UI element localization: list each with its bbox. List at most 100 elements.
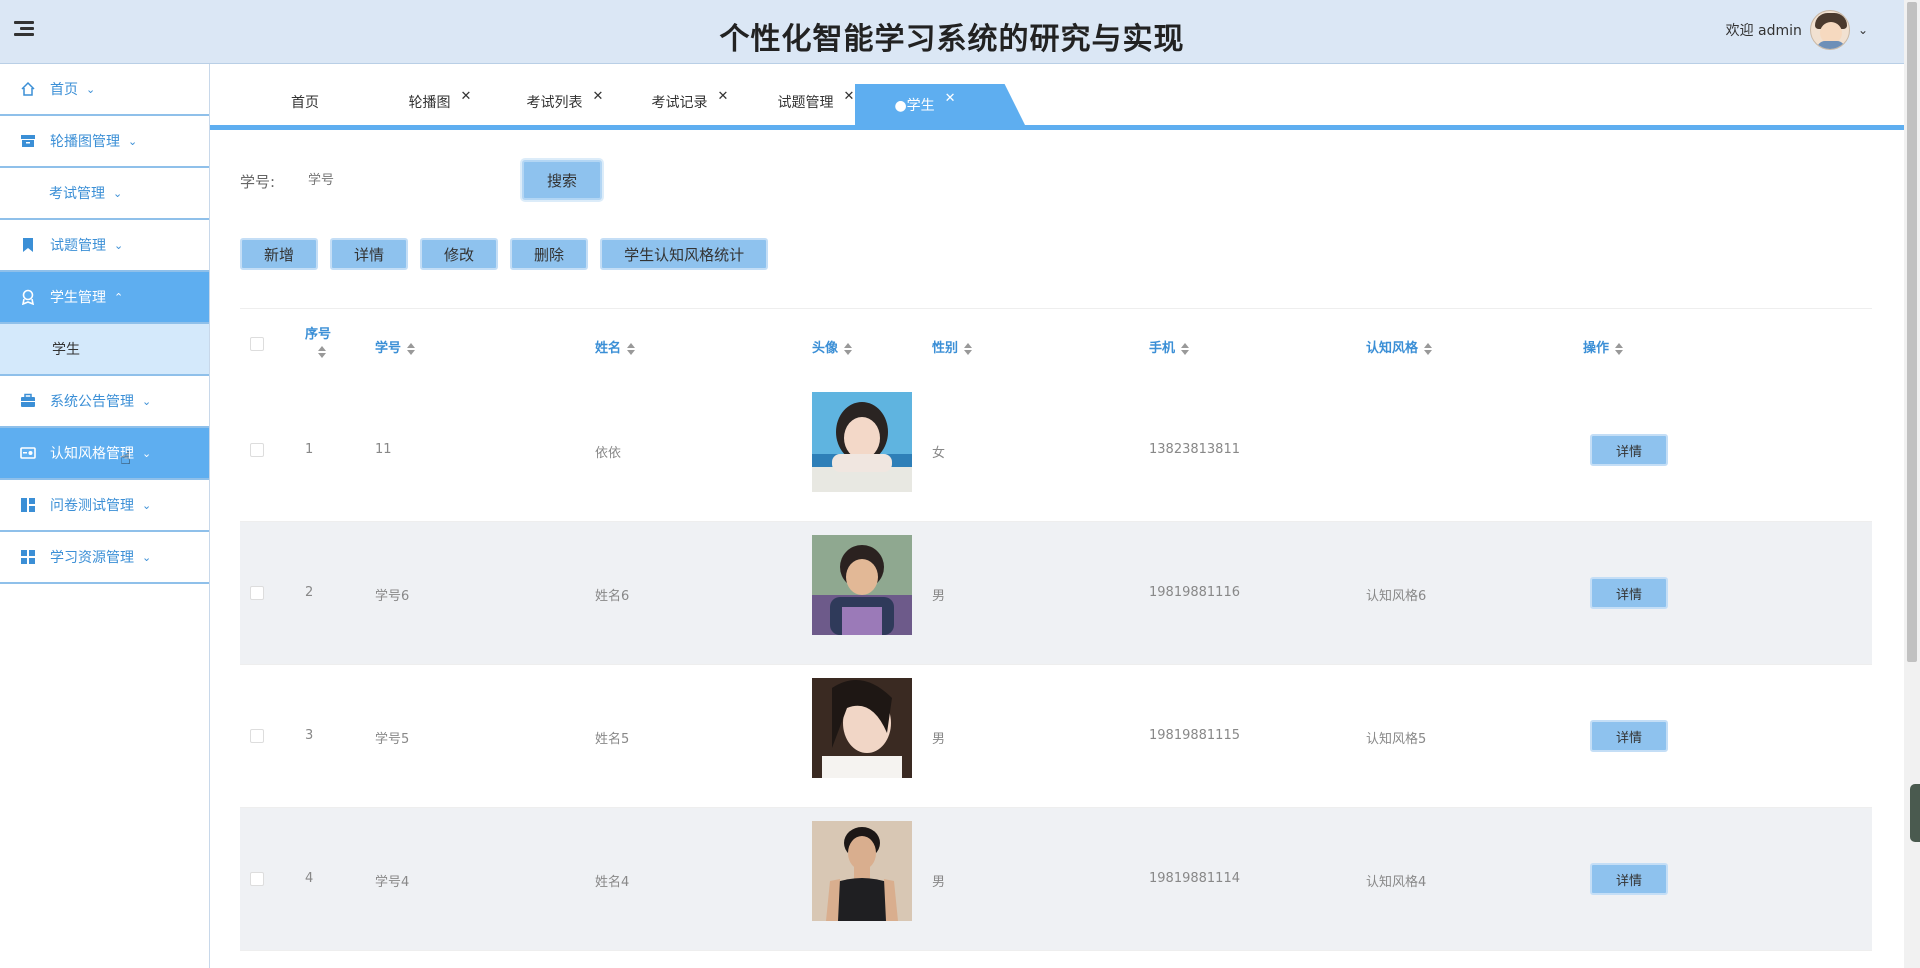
student-avatar — [812, 678, 912, 778]
user-area[interactable]: 欢迎 admin ⌄ — [1726, 8, 1868, 52]
col-label: 手机 — [1149, 341, 1176, 356]
row-detail-button[interactable]: 详情 — [1590, 863, 1668, 895]
sidebar-item-label: 学习资源管理 — [50, 550, 134, 566]
cell-gender: 男 — [932, 875, 946, 890]
sidebar-item-label: 首页 — [50, 82, 78, 98]
user-avatar[interactable] — [1809, 10, 1850, 50]
cell-student-no: 学号4 — [375, 875, 410, 890]
chevron-down-icon: ⌄ — [114, 238, 124, 252]
cognitive-style-stats-button[interactable]: 学生认知风格统计 — [600, 238, 769, 270]
row-checkbox[interactable] — [250, 586, 264, 600]
tab-exam-list[interactable]: 考试列表 ✕ — [505, 84, 625, 120]
sidebar-item-students[interactable]: 学生管理 ⌃ — [0, 272, 209, 324]
table-row: 1 11 依依 女 13823813811 详情 — [240, 379, 1872, 522]
col-student-no[interactable]: 学号 — [375, 337, 416, 356]
detail-button[interactable]: 详情 — [330, 238, 409, 270]
add-button[interactable]: 新增 — [240, 238, 319, 270]
sort-icon — [1181, 342, 1190, 355]
sidebar-item-questions[interactable]: 试题管理 ⌄ — [0, 220, 209, 272]
close-icon[interactable]: ✕ — [945, 91, 956, 106]
chevron-down-icon: ⌄ — [128, 134, 138, 148]
sidebar-item-cognitive-style[interactable]: 认知风格管理 ⌄ ☝ — [0, 428, 209, 480]
search-button[interactable]: 搜索 — [522, 160, 602, 200]
sidebar: 首页 ⌄ 轮播图管理 ⌄ 考试管理 ⌄ 试题管理 ⌄ 学生管理 ⌃ 学生 系统公… — [0, 64, 210, 968]
col-index[interactable]: 序号 — [305, 323, 331, 358]
archive-icon — [20, 133, 36, 149]
sidebar-item-label: 系统公告管理 — [50, 394, 134, 410]
col-gender[interactable]: 性别 — [932, 337, 973, 356]
cell-phone: 19819881115 — [1149, 728, 1240, 743]
cell-phone: 19819881114 — [1149, 871, 1240, 886]
chevron-down-icon: ⌄ — [142, 446, 152, 460]
sidebar-item-carousel[interactable]: 轮播图管理 ⌄ — [0, 116, 209, 168]
col-phone[interactable]: 手机 — [1149, 337, 1190, 356]
close-icon[interactable]: ✕ — [461, 89, 472, 104]
sidebar-item-exam[interactable]: 考试管理 ⌄ — [0, 168, 209, 220]
user-dropdown-chevron-icon[interactable]: ⌄ — [1858, 23, 1868, 37]
delete-button[interactable]: 删除 — [510, 238, 589, 270]
chevron-down-icon: ⌄ — [142, 550, 152, 564]
chevron-up-icon: ⌃ — [114, 290, 124, 304]
cell-index: 2 — [305, 585, 314, 600]
student-avatar — [812, 821, 912, 921]
select-all-checkbox[interactable] — [250, 337, 264, 351]
app-title: 个性化智能学习系统的研究与实现 — [719, 22, 1185, 57]
tab-label: ●学生 — [894, 97, 935, 114]
chevron-down-icon: ⌄ — [142, 394, 152, 408]
sidebar-item-label: 学生管理 — [50, 290, 106, 306]
bookmark-icon — [20, 237, 36, 253]
sort-icon — [627, 342, 636, 355]
col-operation[interactable]: 操作 — [1583, 337, 1624, 356]
floating-side-widget[interactable] — [1910, 784, 1920, 842]
row-detail-button[interactable]: 详情 — [1590, 720, 1668, 752]
sidebar-subitem-student[interactable]: 学生 — [0, 324, 209, 376]
briefcase-icon — [20, 393, 36, 409]
home-icon — [20, 81, 36, 97]
scrollbar-thumb[interactable] — [1907, 2, 1917, 662]
col-label: 序号 — [305, 327, 332, 342]
row-detail-button[interactable]: 详情 — [1590, 434, 1668, 466]
tab-carousel[interactable]: 轮播图 ✕ — [385, 84, 495, 120]
sidebar-item-label: 问卷测试管理 — [50, 498, 134, 514]
col-label: 头像 — [812, 341, 839, 356]
sidebar-item-announcements[interactable]: 系统公告管理 ⌄ — [0, 376, 209, 428]
close-icon[interactable]: ✕ — [718, 89, 729, 104]
row-checkbox[interactable] — [250, 443, 264, 457]
close-icon[interactable]: ✕ — [844, 89, 855, 104]
cell-index: 4 — [305, 871, 314, 886]
cell-index: 1 — [305, 442, 314, 457]
table-row: 4 学号4 姓名4 男 19819881114 认知风格4 详情 — [240, 808, 1872, 951]
cell-name: 依依 — [595, 446, 622, 461]
cell-student-no: 学号6 — [375, 589, 410, 604]
cell-gender: 女 — [932, 446, 946, 461]
edit-button[interactable]: 修改 — [420, 238, 499, 270]
row-checkbox[interactable] — [250, 729, 264, 743]
chevron-down-icon: ⌄ — [142, 498, 152, 512]
sidebar-item-resources[interactable]: 学习资源管理 ⌄ — [0, 532, 209, 584]
sidebar-item-label: 考试管理 — [49, 186, 105, 202]
tab-label: 轮播图 — [408, 95, 451, 111]
row-checkbox[interactable] — [250, 872, 264, 886]
sidebar-item-label: 试题管理 — [50, 238, 106, 254]
close-icon[interactable]: ✕ — [593, 89, 604, 104]
tab-label: 考试记录 — [651, 95, 708, 111]
tab-student[interactable]: ●学生 ✕ — [855, 84, 1025, 125]
col-name[interactable]: 姓名 — [595, 337, 636, 356]
sort-icon — [964, 342, 973, 355]
cell-phone: 19819881116 — [1149, 585, 1240, 600]
cell-cognitive-style: 认知风格6 — [1366, 589, 1427, 604]
row-detail-button[interactable]: 详情 — [1590, 577, 1668, 609]
student-icon — [20, 289, 36, 305]
cell-cognitive-style: 认知风格4 — [1366, 875, 1427, 890]
student-no-search-input[interactable] — [296, 162, 496, 198]
tab-exam-records[interactable]: 考试记录 ✕ — [630, 84, 750, 120]
col-cognitive-style[interactable]: 认知风格 — [1366, 337, 1433, 356]
cell-name: 姓名5 — [595, 732, 630, 747]
col-label: 操作 — [1583, 341, 1610, 356]
sidebar-item-home[interactable]: 首页 ⌄ — [0, 64, 209, 116]
sidebar-item-questionnaire[interactable]: 问卷测试管理 ⌄ — [0, 480, 209, 532]
welcome-text: 欢迎 admin — [1725, 23, 1802, 39]
col-label: 姓名 — [595, 341, 622, 356]
tab-home[interactable]: 首页 — [260, 84, 350, 120]
col-avatar[interactable]: 头像 — [812, 337, 853, 356]
